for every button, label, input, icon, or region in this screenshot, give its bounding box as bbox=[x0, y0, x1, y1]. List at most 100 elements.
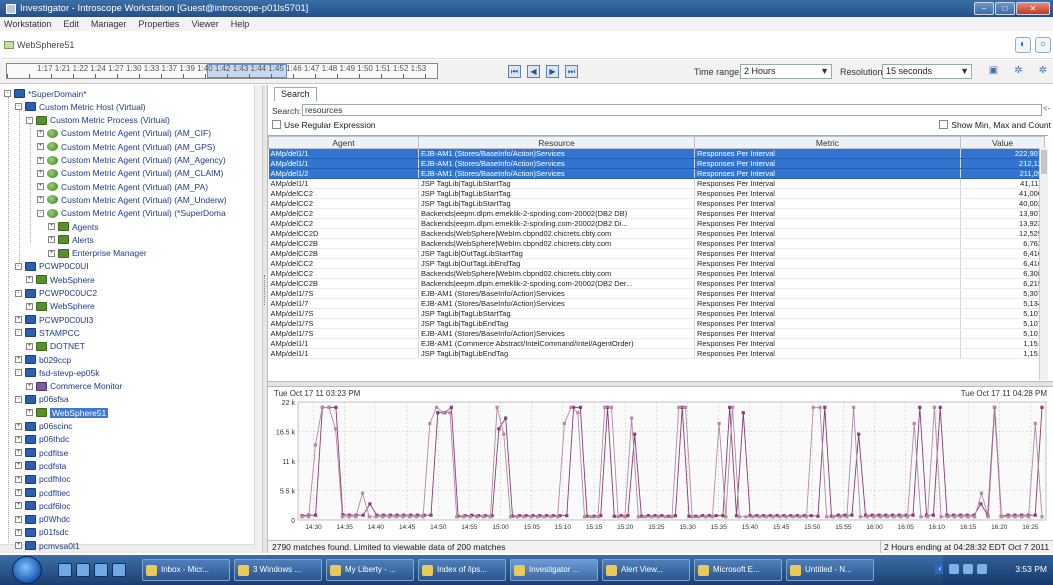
tree-node[interactable]: - Custom Metric Process (Virtual) bbox=[26, 114, 170, 127]
search-input[interactable]: resources bbox=[302, 104, 1042, 116]
browser-icon[interactable] bbox=[94, 563, 108, 577]
minimize-button[interactable]: – bbox=[974, 2, 994, 15]
back-icon[interactable]: ◐ bbox=[1015, 37, 1031, 53]
splitter-grip[interactable] bbox=[264, 275, 267, 305]
tree-node[interactable]: + pcdf6loc bbox=[15, 499, 71, 512]
settings-icon[interactable]: ✲ bbox=[1014, 65, 1022, 76]
expand-icon[interactable]: + bbox=[48, 223, 55, 230]
expand-icon[interactable]: + bbox=[26, 382, 33, 390]
expand-icon[interactable]: + bbox=[37, 183, 44, 191]
tree-node[interactable]: +pcmvsa0CC bbox=[15, 553, 85, 554]
taskbar-button[interactable]: Index of /ips... bbox=[418, 559, 506, 581]
resolution-select[interactable]: 15 seconds ▼ bbox=[882, 64, 972, 79]
next-icon[interactable]: ▶ bbox=[546, 65, 559, 78]
tree-node[interactable]: + pcdfsta bbox=[15, 459, 66, 472]
tree-node[interactable]: + pcdfitse bbox=[15, 446, 68, 459]
live-icon[interactable]: ⏭ bbox=[565, 65, 578, 78]
regex-checkbox[interactable] bbox=[272, 120, 281, 129]
taskbar-button[interactable]: 3 Windows ... bbox=[234, 559, 322, 581]
collapse-icon[interactable]: - bbox=[15, 369, 22, 377]
table-scrollbar[interactable] bbox=[1039, 148, 1048, 380]
expand-icon[interactable]: + bbox=[15, 502, 22, 510]
tree-node[interactable]: - Custom Metric Host (Virtual) bbox=[15, 100, 146, 113]
tree-node[interactable]: - PCWP0C0UI bbox=[15, 260, 89, 273]
tree-node[interactable]: + WebSphere bbox=[26, 300, 95, 313]
expand-icon[interactable]: + bbox=[37, 156, 44, 164]
expand-icon[interactable]: + bbox=[15, 422, 22, 430]
tree-node[interactable]: + pcdfltiec bbox=[15, 486, 70, 499]
collapse-icon[interactable]: - bbox=[15, 289, 22, 297]
table-row[interactable]: AMp/del1/7S EJB-AM1 (Stores/BaseInfo/Acti… bbox=[268, 328, 1045, 339]
tree-node[interactable]: + Custom Metric Agent (Virtual) (AM_PA) bbox=[37, 180, 208, 193]
collapse-icon[interactable]: - bbox=[15, 103, 22, 111]
table-row[interactable]: AMp/delCC2B Backends|eepm.dlpm.emeklik-2-… bbox=[268, 278, 1045, 289]
tree-node[interactable]: + Custom Metric Agent (Virtual) (AM_GPS) bbox=[37, 140, 215, 153]
menu-workstation[interactable]: Workstation bbox=[4, 19, 51, 29]
expand-icon[interactable]: + bbox=[15, 475, 22, 483]
table-row[interactable]: AMp/del1/1 EJB-AM1 (Commerce Abstract/Int… bbox=[268, 338, 1045, 349]
tree-node[interactable]: + Custom Metric Agent (Virtual) (AM_CIF) bbox=[37, 127, 211, 140]
collapse-icon[interactable]: - bbox=[26, 116, 33, 124]
table-row[interactable]: AMp/delCC2 JSP TagLib|TagLibStartTag Respo… bbox=[268, 198, 1045, 209]
expand-icon[interactable]: + bbox=[37, 169, 44, 177]
table-row[interactable]: AMp/delCC2 Backends|WebSphere|WebIm.cbpnd… bbox=[268, 268, 1045, 279]
expand-icon[interactable]: + bbox=[15, 449, 22, 457]
expand-icon[interactable]: + bbox=[37, 196, 44, 204]
tree-vertical-scrollbar[interactable] bbox=[254, 85, 262, 553]
tree-node[interactable]: + p06scinc bbox=[15, 420, 73, 433]
expand-icon[interactable]: + bbox=[15, 528, 22, 536]
table-row[interactable]: AMp/delCC2 Backends|eepm.dlpm.emeklik-2-s… bbox=[268, 218, 1045, 229]
collapse-icon[interactable]: - bbox=[15, 262, 22, 270]
timeline-slider[interactable]: 1:17 1:21 1:22 1:24 1:27 1:30 1:33 1:37 … bbox=[6, 63, 438, 79]
tree-node[interactable]: + Alerts bbox=[48, 233, 94, 246]
table-row[interactable]: AMp/del1/1 JSP TagLib|TagLibStartTag Respo… bbox=[268, 178, 1045, 189]
expand-icon[interactable]: + bbox=[26, 302, 33, 310]
table-row[interactable]: AMp/del1/2 EJB-AM1 (Stores/BaseInfo/Actio… bbox=[268, 168, 1045, 179]
collapse-icon[interactable]: - bbox=[15, 395, 22, 403]
table-row[interactable]: AMp/delCC2D Backends|WebSphere|WebIm.cbpn… bbox=[268, 228, 1045, 239]
collapse-icon[interactable]: - bbox=[4, 90, 11, 97]
expand-icon[interactable]: + bbox=[26, 342, 33, 350]
table-row[interactable]: AMp/delCC2B JSP TagLib|OutTagLibStartTag R… bbox=[268, 248, 1045, 259]
expand-icon[interactable]: + bbox=[15, 356, 22, 363]
table-row[interactable]: AMp/del1/1 EJB-AM1 (Stores/BaseInfo/Actio… bbox=[268, 148, 1045, 159]
clear-search-icon[interactable]: <- bbox=[1043, 104, 1053, 116]
outlook-icon[interactable] bbox=[112, 563, 126, 577]
maximize-button[interactable]: □ bbox=[995, 2, 1015, 15]
expand-icon[interactable]: + bbox=[15, 316, 22, 324]
show-min-max-checkbox[interactable] bbox=[939, 120, 949, 129]
tree-node[interactable]: - fsd-stevp-ep05k bbox=[15, 366, 99, 379]
first-icon[interactable]: ⏮ bbox=[508, 65, 521, 78]
taskbar-button[interactable]: Investigator ... bbox=[510, 559, 598, 581]
expand-icon[interactable]: + bbox=[15, 462, 22, 470]
taskbar-button[interactable]: My Liberty - ... bbox=[326, 559, 414, 581]
tree-node[interactable]: + WebSphere bbox=[26, 273, 95, 286]
expand-icon[interactable]: + bbox=[37, 129, 44, 137]
taskbar-button[interactable]: Alert View... bbox=[602, 559, 690, 581]
menu-edit[interactable]: Edit bbox=[63, 19, 79, 29]
tree-node[interactable]: + b029ccp bbox=[15, 353, 71, 366]
tree-node[interactable]: - Custom Metric Agent (Virtual) (*SuperDo… bbox=[37, 207, 226, 220]
tree-node[interactable]: + Commerce Monitor bbox=[26, 380, 122, 393]
menu-help[interactable]: Help bbox=[231, 19, 250, 29]
table-row[interactable]: AMp/del1/7S JSP TagLib|TagLibEndTag Respon… bbox=[268, 318, 1045, 329]
menu-properties[interactable]: Properties bbox=[138, 19, 179, 29]
tree-node[interactable]: + p0Whdc bbox=[15, 513, 70, 526]
tree-node[interactable]: - *SuperDomain* bbox=[4, 87, 87, 100]
expand-icon[interactable]: + bbox=[26, 276, 33, 284]
taskbar-button[interactable]: Untitled - N... bbox=[786, 559, 874, 581]
table-row[interactable]: AMp/del1/7 EJB-AM1 (Stores/BaseInfo/Actio… bbox=[268, 298, 1045, 309]
table-row[interactable]: AMp/del1/1 JSP TagLib|TagLibEndTag Respons… bbox=[268, 348, 1045, 359]
menu-manager[interactable]: Manager bbox=[91, 19, 127, 29]
table-row[interactable]: AMp/del1/1 EJB-AM1 (Stores/BaseInfo/Actio… bbox=[268, 158, 1045, 169]
table-row[interactable]: AMp/del1/7S EJB-AM1 (Stores/BaseInfo/Acti… bbox=[268, 288, 1045, 299]
save-icon[interactable]: ▣ bbox=[989, 65, 998, 76]
close-button[interactable]: ✕ bbox=[1016, 2, 1050, 15]
explorer-icon[interactable] bbox=[76, 563, 90, 577]
tools-icon[interactable]: ✲ bbox=[1039, 65, 1047, 76]
taskbar-button[interactable]: Microsoft E... bbox=[694, 559, 782, 581]
tree-node[interactable]: + p01fsdc bbox=[15, 526, 69, 539]
tree-node[interactable]: - p06sfsa bbox=[15, 393, 69, 406]
table-chart-splitter[interactable] bbox=[268, 381, 1053, 387]
security-icon[interactable] bbox=[977, 564, 987, 574]
